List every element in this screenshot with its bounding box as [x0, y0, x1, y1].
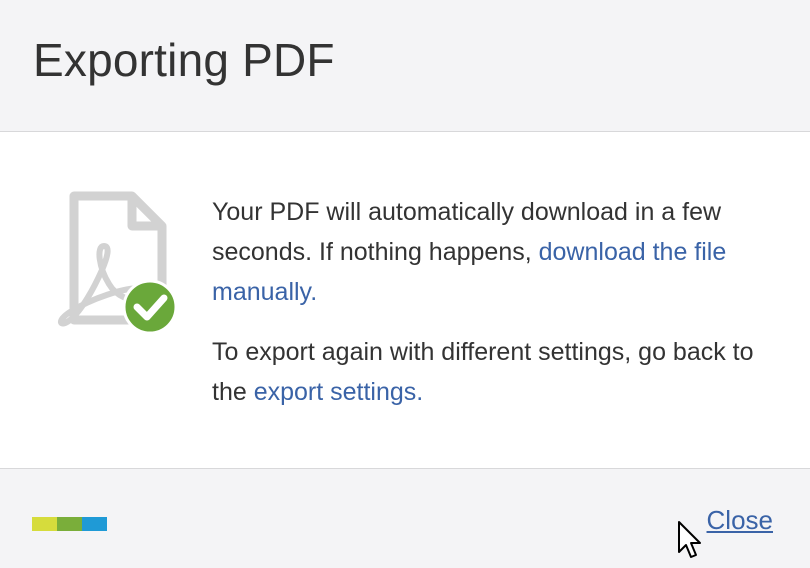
export-again-message: To export again with different settings,…	[212, 332, 782, 412]
export-link-period: .	[416, 378, 424, 406]
brand-segment-yellow	[32, 517, 57, 531]
pdf-file-icon	[52, 190, 178, 336]
export-settings-link[interactable]: export settings	[254, 378, 417, 406]
brand-segment-green	[57, 517, 82, 531]
brand-color-bar	[32, 517, 107, 531]
mouse-pointer-icon	[677, 520, 701, 560]
close-button[interactable]: Close	[707, 505, 773, 536]
dialog-header: Exporting PDF	[0, 0, 810, 132]
dialog-message: Your PDF will automatically download in …	[212, 192, 782, 412]
download-link-period: .	[310, 278, 318, 306]
export-dialog: Exporting PDF Your PDF will automaticall…	[0, 0, 810, 568]
check-circle-icon	[122, 279, 178, 335]
download-message: Your PDF will automatically download in …	[212, 192, 782, 312]
dialog-body: Your PDF will automatically download in …	[0, 132, 810, 468]
dialog-title: Exporting PDF	[33, 34, 335, 86]
brand-segment-blue	[82, 517, 107, 531]
